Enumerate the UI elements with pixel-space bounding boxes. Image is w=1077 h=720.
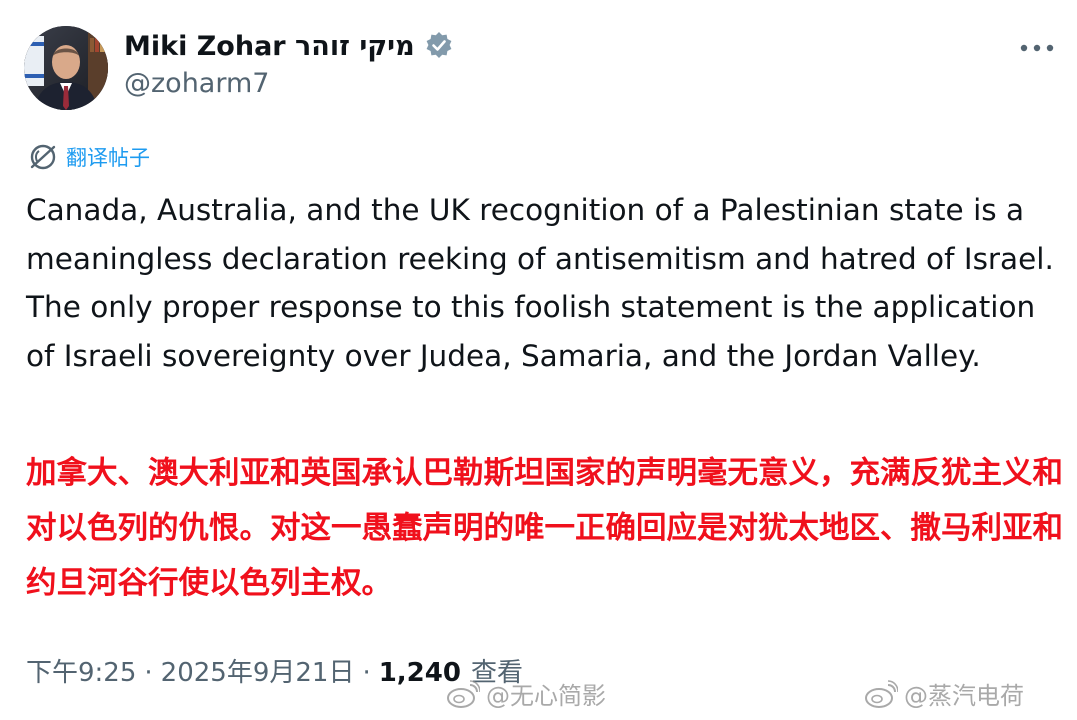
avatar[interactable] [24,26,108,110]
verified-badge-icon [423,30,455,62]
author-display-name[interactable]: Miki Zohar מיקי זוהר [124,31,415,62]
author-handle[interactable]: @zoharm7 [124,68,269,99]
tweet-time[interactable]: 下午9:25 [26,652,136,689]
meta-separator: · [144,658,153,688]
tweet-date[interactable]: 2025年9月21日 [161,652,355,689]
meta-separator: · [362,658,371,688]
tweet-translation-text: 加拿大、澳大利亚和英国承认巴勒斯坦国家的声明毫无意义，充满反犹主义和对以色列的仇… [26,456,1063,601]
watermark-left-label: @无心简影 [486,682,606,710]
tweet-card: Miki Zohar מיקי זוהר @zoharm7 翻译帖子 Canad… [0,0,1077,720]
watermark-left: @无心简影 [446,676,606,711]
weibo-icon [864,679,899,709]
watermark-right-label: @蒸汽电荷 [904,682,1024,710]
translate-icon [28,142,58,172]
translate-post-link[interactable]: 翻译帖子 [28,142,150,172]
profile-photo-icon [24,26,108,110]
more-options-button[interactable] [1015,30,1059,66]
author-name-row[interactable]: Miki Zohar מיקי זוהר [124,26,455,66]
watermark-right: @蒸汽电荷 [864,676,1024,711]
translate-post-label[interactable]: 翻译帖子 [66,142,150,172]
tweet-text: Canada, Australia, and the UK recognitio… [26,193,1054,373]
more-dots-icon [1020,44,1054,52]
weibo-icon [446,679,481,709]
